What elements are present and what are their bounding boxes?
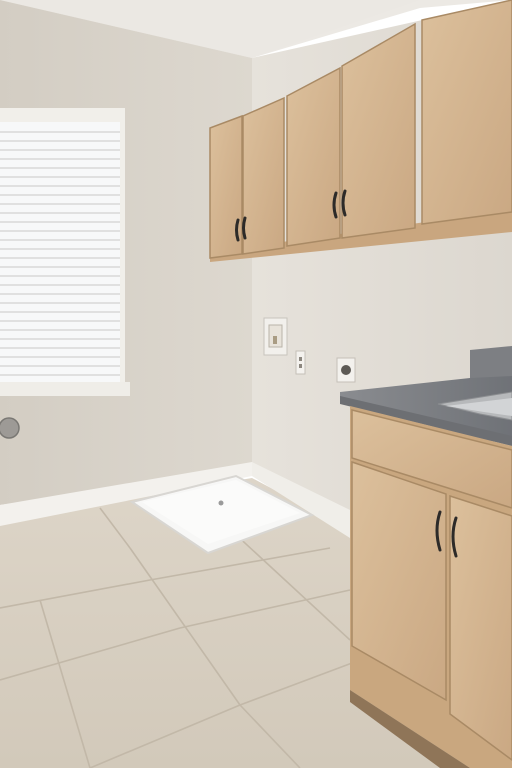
window (0, 108, 130, 396)
outlet-icon (295, 350, 306, 375)
upper-cabinet-door-5 (421, 0, 512, 225)
upper-cabinet-door-2 (242, 96, 285, 255)
room-illustration (0, 0, 512, 768)
laundry-room-photo (0, 0, 512, 768)
water-valve-box-icon (263, 317, 288, 356)
lower-cabinet (350, 406, 512, 768)
window-sill (0, 382, 130, 396)
lower-cabinet-door-right (449, 494, 512, 761)
dryer-outlet-icon (336, 357, 356, 383)
upper-cabinet-door-3 (286, 66, 341, 247)
door-knob-icon (0, 417, 20, 439)
